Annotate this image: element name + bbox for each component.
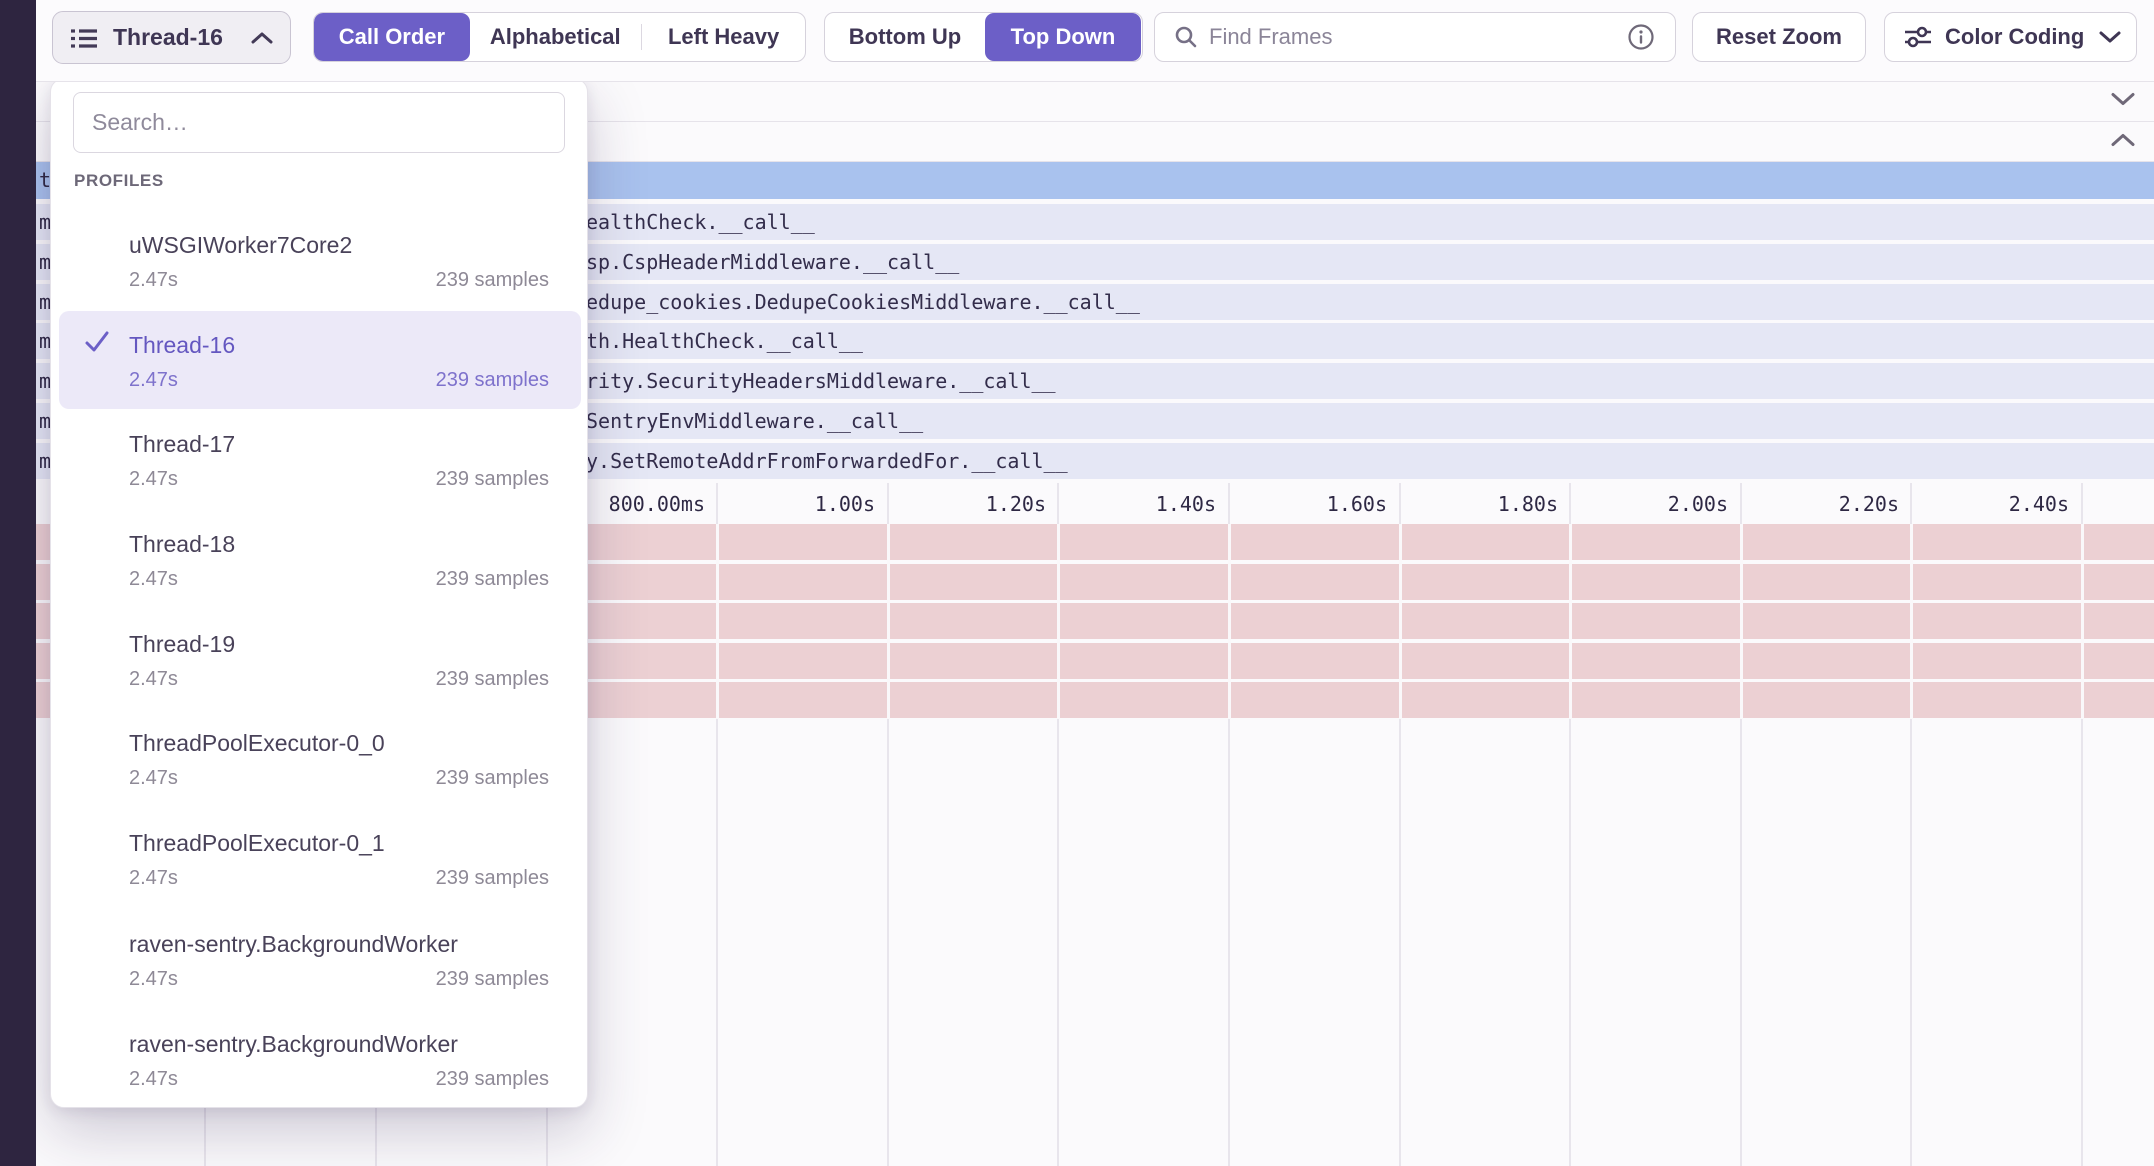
time-gridline xyxy=(1228,524,1231,719)
list-item[interactable]: raven-sentry.BackgroundWorker 2.47s 239 s… xyxy=(51,931,589,1003)
axis-tick-label: 2.00s xyxy=(1668,492,1728,516)
profile-duration: 2.47s xyxy=(129,369,178,392)
find-frames-input[interactable] xyxy=(1209,24,1627,50)
list-item[interactable]: Thread-19 2.47s 239 samples xyxy=(51,631,589,703)
profile-samples: 239 samples xyxy=(436,867,549,890)
tab-left-heavy[interactable]: Left Heavy xyxy=(642,13,805,61)
toolbar: Thread-16 Call Order Alphabetical Left H… xyxy=(36,0,2154,82)
profile-duration: 2.47s xyxy=(129,1068,178,1091)
time-gridline xyxy=(2081,524,2084,719)
tab-call-order[interactable]: Call Order xyxy=(314,13,470,61)
dropdown-search-input[interactable] xyxy=(92,109,532,136)
frame-label: edupe_cookies.DedupeCookiesMiddleware.__… xyxy=(586,290,1140,314)
profile-samples: 239 samples xyxy=(436,767,549,790)
frame-label: y.SetRemoteAddrFromForwardedFor.__call__ xyxy=(586,449,1068,473)
flamegraph-screen: t m ealthCheck.__call__ m sp.CspHeaderMi… xyxy=(0,0,2154,1166)
tab-top-down[interactable]: Top Down xyxy=(985,13,1141,61)
profile-duration: 2.47s xyxy=(129,968,178,991)
list-item[interactable]: ThreadPoolExecutor-0_1 2.47s 239 samples xyxy=(51,830,589,902)
chevron-up-icon xyxy=(250,31,274,45)
list-item[interactable]: raven-sentry.BackgroundWorker 2.47s 239 s… xyxy=(51,1031,589,1103)
color-coding-button[interactable]: Color Coding xyxy=(1884,12,2137,62)
profile-samples: 239 samples xyxy=(436,1068,549,1091)
profile-samples: 239 samples xyxy=(436,369,549,392)
axis-tick-label: 1.60s xyxy=(1327,492,1387,516)
sort-segmented-control: Call Order Alphabetical Left Heavy xyxy=(313,12,806,62)
frame-label: th.HealthCheck.__call__ xyxy=(586,329,863,353)
profile-samples: 239 samples xyxy=(436,269,549,292)
tab-alphabetical[interactable]: Alphabetical xyxy=(470,13,641,61)
tab-bottom-up[interactable]: Bottom Up xyxy=(825,13,985,61)
profile-duration: 2.47s xyxy=(129,568,178,591)
chevron-down-icon[interactable] xyxy=(2110,91,2136,112)
profile-samples: 239 samples xyxy=(436,668,549,691)
sliders-icon xyxy=(1903,24,1933,50)
thread-selector-label: Thread-16 xyxy=(113,24,223,51)
axis-tick-label: 1.80s xyxy=(1498,492,1558,516)
time-gridline xyxy=(1740,524,1743,719)
profile-name: ThreadPoolExecutor-0_0 xyxy=(129,730,385,757)
thread-dropdown-panel: PROFILES uWSGIWorker7Core2 2.47s 239 samp… xyxy=(50,78,588,1108)
thread-selector-button[interactable]: Thread-16 xyxy=(52,11,291,64)
profile-samples: 239 samples xyxy=(436,468,549,491)
list-item[interactable]: uWSGIWorker7Core2 2.47s 239 samples xyxy=(51,232,589,304)
dropdown-search-field[interactable] xyxy=(73,92,565,153)
time-gridline xyxy=(887,524,890,719)
profile-name: Thread-17 xyxy=(129,431,235,458)
profile-duration: 2.47s xyxy=(129,668,178,691)
axis-tick-label: 1.00s xyxy=(815,492,875,516)
time-gridline xyxy=(716,524,719,719)
reset-zoom-label: Reset Zoom xyxy=(1716,24,1842,50)
list-item-selected[interactable]: Thread-16 2.47s 239 samples xyxy=(51,332,589,404)
profile-name: raven-sentry.BackgroundWorker xyxy=(129,1031,458,1058)
color-coding-label: Color Coding xyxy=(1945,24,2084,50)
profile-name: Thread-16 xyxy=(129,332,235,359)
axis-tick-label: 800.00ms xyxy=(609,492,705,516)
profile-name: ThreadPoolExecutor-0_1 xyxy=(129,830,385,857)
axis-tick-label: 1.40s xyxy=(1156,492,1216,516)
profile-duration: 2.47s xyxy=(129,269,178,292)
axis-tick-label: 2.20s xyxy=(1839,492,1899,516)
profile-samples: 239 samples xyxy=(436,568,549,591)
time-gridline xyxy=(1569,524,1572,719)
find-frames-field[interactable] xyxy=(1154,12,1676,62)
profile-duration: 2.47s xyxy=(129,767,178,790)
profile-duration: 2.47s xyxy=(129,867,178,890)
time-gridline xyxy=(1057,524,1060,719)
profile-samples: 239 samples xyxy=(436,968,549,991)
frame-label: SentryEnvMiddleware.__call__ xyxy=(586,409,923,433)
profile-duration: 2.47s xyxy=(129,468,178,491)
chevron-up-icon[interactable] xyxy=(2110,131,2136,152)
frame-label: sp.CspHeaderMiddleware.__call__ xyxy=(586,250,959,274)
list-item[interactable]: ThreadPoolExecutor-0_0 2.47s 239 samples xyxy=(51,730,589,802)
profile-name: Thread-19 xyxy=(129,631,235,658)
list-item[interactable]: Thread-17 2.47s 239 samples xyxy=(51,431,589,503)
frame-label: ealthCheck.__call__ xyxy=(586,210,815,234)
app-left-rail xyxy=(0,0,36,1166)
list-icon xyxy=(69,23,99,53)
search-icon xyxy=(1173,24,1199,50)
time-gridline xyxy=(1399,524,1402,719)
profile-name: uWSGIWorker7Core2 xyxy=(129,232,352,259)
chevron-down-icon xyxy=(2098,30,2122,44)
profile-name: Thread-18 xyxy=(129,531,235,558)
frame-label: rity.SecurityHeadersMiddleware.__call__ xyxy=(586,369,1056,393)
reset-zoom-button[interactable]: Reset Zoom xyxy=(1692,12,1866,62)
info-icon[interactable] xyxy=(1627,23,1655,51)
profiles-section-label: PROFILES xyxy=(74,171,164,191)
list-item[interactable]: Thread-18 2.47s 239 samples xyxy=(51,531,589,603)
profile-name: raven-sentry.BackgroundWorker xyxy=(129,931,458,958)
direction-segmented-control: Bottom Up Top Down xyxy=(824,12,1143,62)
time-gridline xyxy=(1910,524,1913,719)
axis-tick-label: 2.40s xyxy=(2009,492,2069,516)
axis-tick-label: 1.20s xyxy=(986,492,1046,516)
